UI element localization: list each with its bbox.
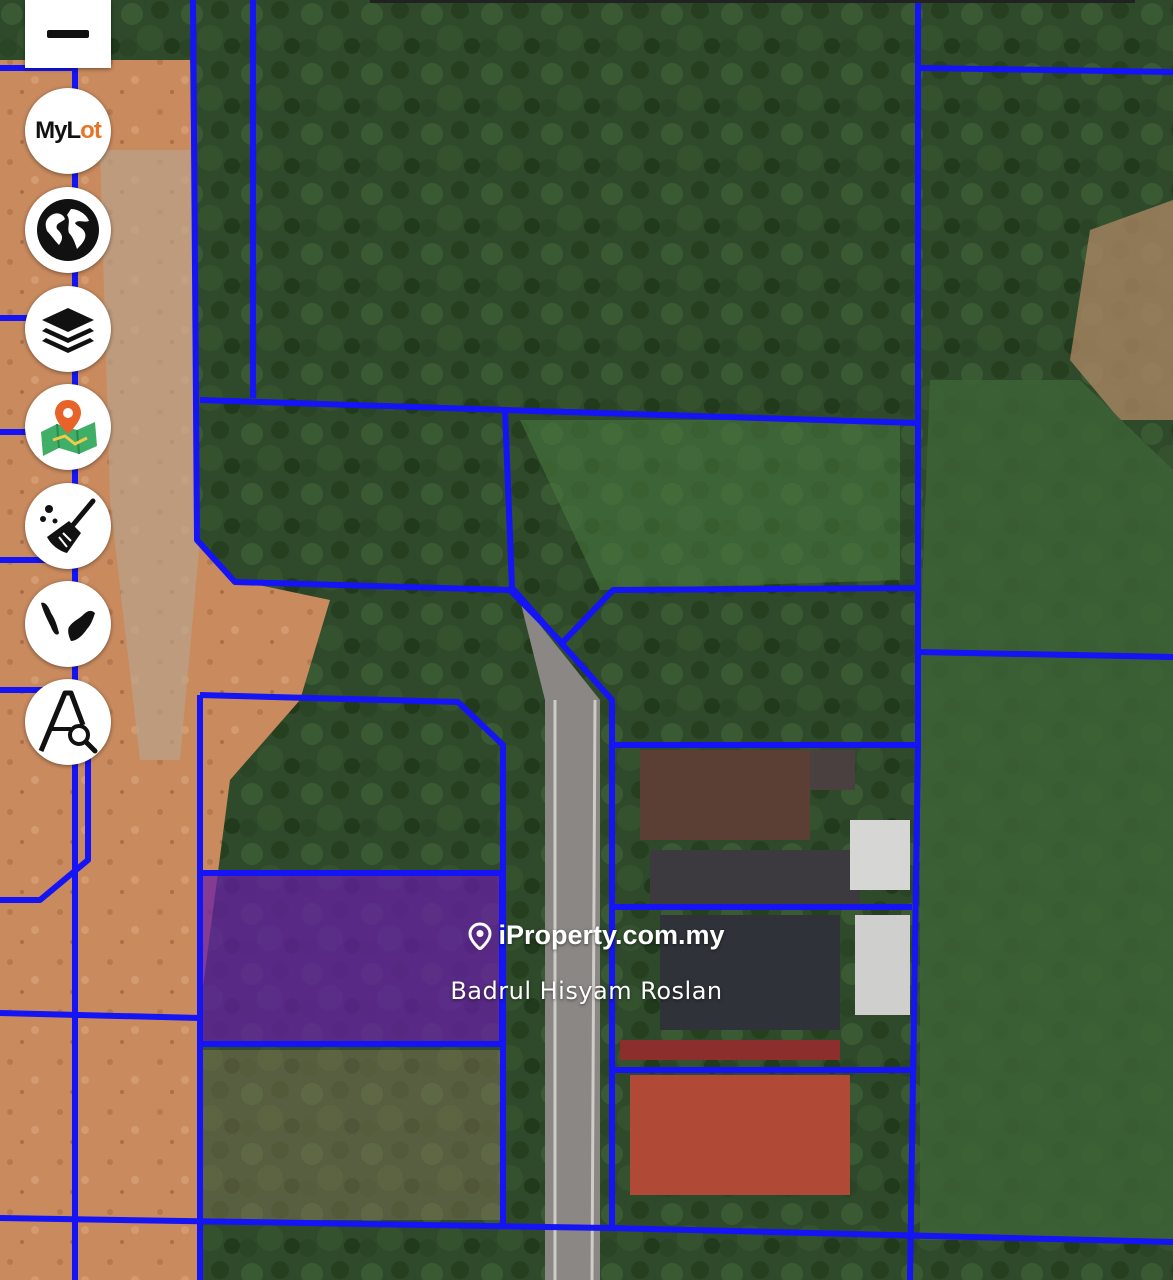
minus-icon [47,30,89,38]
basemap-button[interactable] [25,187,111,273]
building-roof [640,750,810,840]
malaysia-map-icon [41,602,95,641]
mylot-label-ot: ot [80,117,102,144]
building-roof [660,915,840,1030]
soil-strip-bottom [200,1050,500,1220]
search-lot-icon [38,690,98,754]
lot-boundary [917,65,1173,75]
selected-lot[interactable] [197,870,505,1047]
zoom-out-button[interactable] [25,0,111,68]
building-roof [810,750,855,790]
mylot-button[interactable]: MyLot [25,88,111,174]
location-button[interactable] [25,384,111,470]
malaysia-map-button[interactable] [25,581,111,667]
mylot-label-my: My [35,117,67,144]
globe-icon [37,199,99,261]
map-top-edge [370,0,1135,3]
search-lot-button[interactable] [25,679,111,765]
building-roof [620,1040,840,1060]
satellite-map[interactable] [0,0,1173,1280]
map-pin-icon [41,400,97,456]
building-roof [630,1075,850,1195]
building-roof [855,915,910,1015]
clear-button[interactable] [25,483,111,569]
mylot-label-l: L [66,117,82,144]
broom-icon [40,498,96,553]
layers-icon [42,308,94,353]
building-roof [650,850,860,910]
grass-area [920,380,1173,1240]
mylot-logo: MyLot [35,117,102,145]
layers-button[interactable] [25,286,111,372]
building-roof [850,820,910,890]
